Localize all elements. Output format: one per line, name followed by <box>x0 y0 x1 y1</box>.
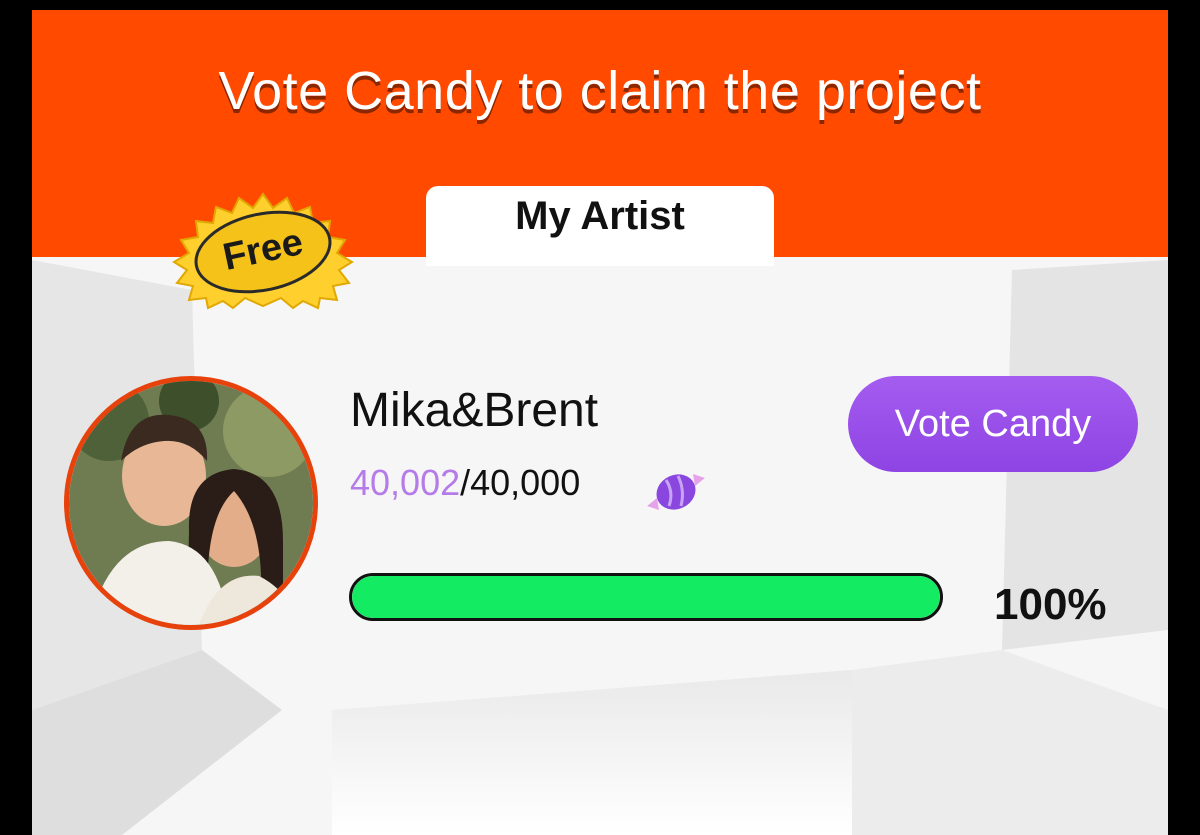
tab-my-artist[interactable]: My Artist <box>426 186 774 266</box>
current-votes: 40,002 <box>350 462 461 503</box>
candy-icon <box>647 474 705 510</box>
vote-count: 40,002/40,000 <box>350 462 580 504</box>
goal-votes: /40,000 <box>460 462 581 503</box>
tab-label: My Artist <box>515 194 685 238</box>
artist-name: Mika&Brent <box>350 384 599 437</box>
vote-progress-fill <box>352 576 940 618</box>
free-badge: Free <box>163 190 363 310</box>
vote-candy-button[interactable]: Vote Candy <box>848 376 1138 472</box>
banner-title: Vote Candy to claim the project <box>218 61 982 121</box>
artist-photo <box>69 381 313 625</box>
progress-percent: 100% <box>994 580 1107 629</box>
vote-panel: Vote Candy to claim the project My Artis… <box>32 10 1168 835</box>
vote-progress-bar <box>349 573 943 621</box>
artist-avatar[interactable] <box>64 376 318 630</box>
